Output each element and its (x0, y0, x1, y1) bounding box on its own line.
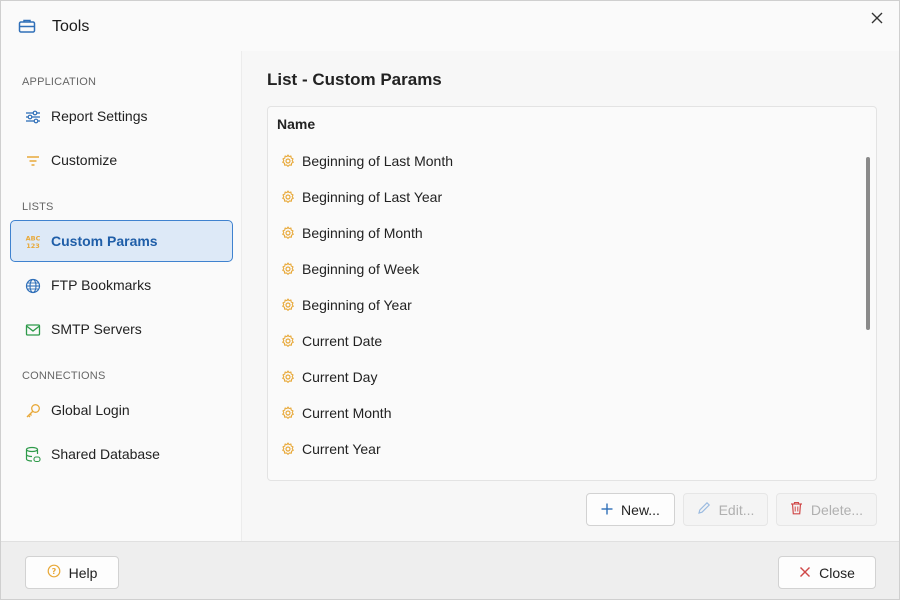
close-x-icon (799, 565, 811, 581)
sidebar-item-label: Customize (51, 152, 118, 168)
scrollbar[interactable] (866, 157, 870, 330)
sidebar-item-ftp-bookmarks[interactable]: FTP Bookmarks (10, 264, 233, 306)
list-item-label: Current Day (302, 369, 378, 385)
list-item[interactable]: Beginning of Last Month (268, 143, 858, 179)
sidebar-item-label: Shared Database (51, 446, 160, 462)
sidebar-item-label: Report Settings (51, 108, 148, 124)
list-item-label: Current Month (302, 405, 392, 421)
sidebar-item-label: FTP Bookmarks (51, 277, 152, 293)
close-icon[interactable] (865, 7, 889, 29)
sidebar: APPLICATION Report Settings Customize LI… (1, 51, 241, 541)
list-item[interactable]: Beginning of Last Year (268, 179, 858, 215)
list-item-label: Current Year (302, 441, 381, 457)
list-item-label: Current Date (302, 333, 383, 349)
close-button-label: Close (819, 564, 855, 581)
tools-dialog: Tools APPLICATION Report Settings Custom… (0, 0, 900, 600)
pencil-icon (697, 501, 711, 518)
window-title: Tools (52, 18, 90, 35)
trash-icon (790, 501, 803, 518)
sidebar-item-customize[interactable]: Customize (10, 139, 233, 181)
sidebar-item-global-login[interactable]: Global Login (10, 389, 233, 431)
section-header-application: APPLICATION (22, 76, 97, 88)
gear-icon (281, 190, 295, 204)
help-button-label: Help (68, 564, 98, 581)
key-icon (24, 402, 42, 420)
sidebar-item-label: Global Login (51, 402, 130, 418)
globe-icon (24, 277, 42, 295)
edit-button-label: Edit... (718, 501, 755, 518)
help-icon: ? (47, 564, 61, 581)
list-item-label: Beginning of Last Year (302, 189, 443, 205)
gear-icon (281, 334, 295, 348)
list-item[interactable]: Current Date (268, 323, 858, 359)
sidebar-item-label: Custom Params (51, 233, 158, 249)
params-list-rows: Beginning of Last Month Beginning of Last… (268, 143, 858, 480)
sidebar-item-label: SMTP Servers (51, 321, 142, 337)
list-item-label: Beginning of Year (302, 297, 412, 313)
list-item[interactable]: Current Month (268, 395, 858, 431)
new-button-label: New... (621, 501, 660, 518)
delete-button-label: Delete... (810, 501, 864, 518)
section-header-lists: LISTS (22, 201, 54, 213)
svg-text:123: 123 (26, 242, 40, 250)
sidebar-item-report-settings[interactable]: Report Settings (10, 95, 233, 137)
gear-icon (281, 406, 295, 420)
gear-icon (281, 370, 295, 384)
list-item[interactable]: Beginning of Year (268, 287, 858, 323)
section-header-connections: CONNECTIONS (22, 370, 106, 382)
list-item-label: Beginning of Week (302, 261, 420, 277)
delete-button[interactable]: Delete... (776, 493, 877, 526)
sliders-icon (24, 108, 42, 126)
list-item[interactable]: Current Day (268, 359, 858, 395)
params-list: Name Beginning of Last Month Beginning of… (267, 106, 877, 481)
mail-icon (24, 321, 42, 339)
sidebar-item-custom-params[interactable]: ABC 123 Custom Params (10, 220, 233, 262)
list-item-label: Beginning of Month (302, 225, 423, 241)
list-item-label: Beginning of Last Month (302, 153, 453, 169)
filter-icon (24, 152, 42, 170)
sidebar-item-smtp-servers[interactable]: SMTP Servers (10, 308, 233, 350)
plus-icon (601, 502, 613, 518)
new-button[interactable]: New... (586, 493, 675, 526)
help-button[interactable]: ? Help (25, 556, 119, 589)
dialog-footer: ? Help Close (1, 541, 899, 599)
gear-icon (281, 298, 295, 312)
gear-icon (281, 154, 295, 168)
title-bar: Tools (1, 1, 899, 51)
page-title: List - Custom Params (267, 70, 442, 89)
close-button[interactable]: Close (778, 556, 876, 589)
list-item[interactable]: Current Year (268, 431, 858, 467)
list-item[interactable]: Beginning of Week (268, 251, 858, 287)
gear-icon (281, 262, 295, 276)
edit-button[interactable]: Edit... (683, 493, 768, 526)
column-header-name[interactable]: Name (277, 116, 315, 132)
list-item[interactable]: Beginning of Month (268, 215, 858, 251)
main-panel: List - Custom Params Name Beginning of L… (241, 51, 899, 541)
svg-text:?: ? (51, 567, 56, 576)
gear-icon (281, 442, 295, 456)
sidebar-item-shared-database[interactable]: Shared Database (10, 433, 233, 475)
database-link-icon (24, 446, 42, 464)
gear-icon (281, 226, 295, 240)
abc-123-icon: ABC 123 (24, 233, 42, 251)
toolbox-icon (18, 18, 36, 34)
